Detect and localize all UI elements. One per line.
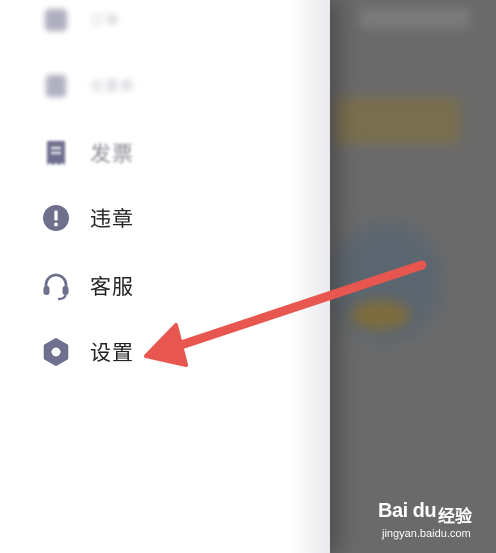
annotation-arrow	[144, 260, 427, 367]
watermark-suffix: 经验	[438, 507, 472, 526]
baidu-jingyan-watermark: Bai du 经验 jingyan.baidu.com	[378, 500, 488, 548]
watermark-brand: Bai du	[378, 500, 437, 522]
watermark-url: jingyan.baidu.com	[382, 528, 471, 540]
